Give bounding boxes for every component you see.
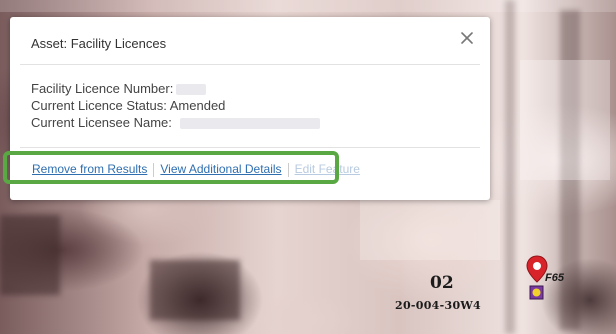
map-texture [0, 215, 60, 295]
pin-label: F65 [545, 272, 564, 284]
remove-from-results-link[interactable]: Remove from Results [32, 162, 147, 176]
map-texture [520, 60, 610, 180]
view-additional-details-link[interactable]: View Additional Details [160, 162, 281, 176]
popup-actions: Remove from Results View Additional Detai… [32, 162, 360, 177]
field-value: Amended [169, 98, 226, 113]
separator [153, 162, 155, 177]
field-licence-number: Facility Licence Number: [31, 80, 320, 97]
field-label: Current Licence Status: [31, 98, 167, 113]
popup-title: Asset: Facility Licences [31, 36, 167, 51]
field-licence-status: Current Licence Status: Amended [31, 97, 320, 114]
legal-land-label: 20-004-30W4 [395, 299, 482, 312]
edit-feature-link: Edit Feature [294, 162, 360, 176]
map-texture [0, 0, 616, 12]
divider [20, 147, 480, 148]
redacted-value [179, 118, 320, 130]
redacted-value [176, 84, 207, 96]
attribute-list: Facility Licence Number: Current Licence… [31, 80, 320, 131]
map-texture [505, 0, 515, 334]
lsd-label: 02 [430, 273, 454, 293]
feature-popup: Asset: Facility Licences Facility Licenc… [10, 17, 490, 200]
separator [287, 162, 289, 177]
close-icon[interactable] [458, 29, 476, 47]
divider [20, 64, 480, 65]
field-licensee-name: Current Licensee Name: [31, 114, 320, 131]
field-label: Facility Licence Number: [31, 81, 174, 96]
field-label: Current Licensee Name: [31, 115, 172, 130]
map-texture [360, 200, 500, 260]
map-texture [150, 260, 240, 320]
